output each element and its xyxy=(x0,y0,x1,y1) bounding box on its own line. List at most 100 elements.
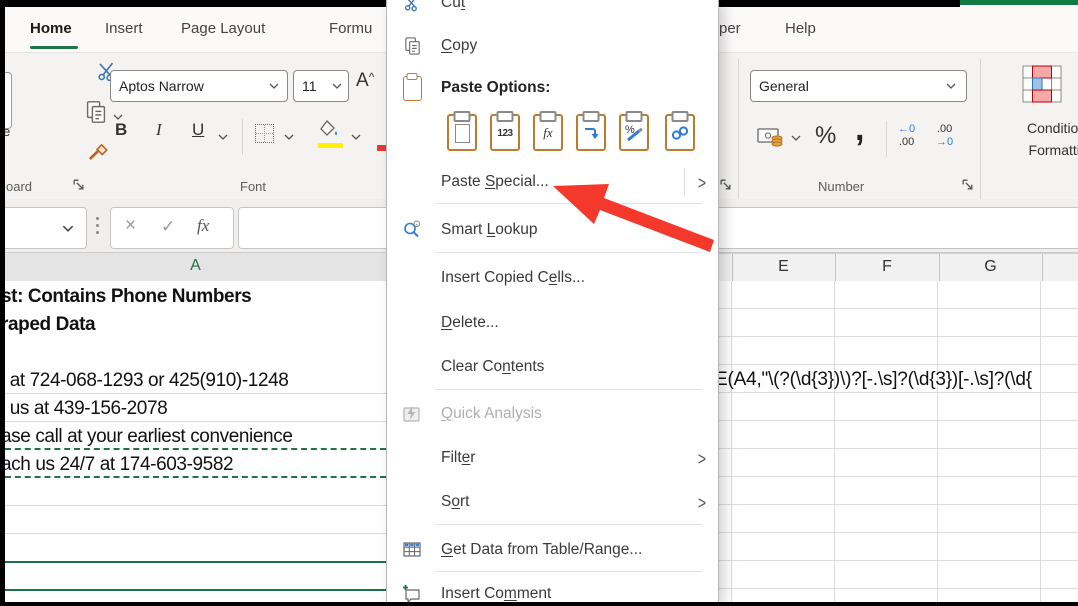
font-group-divider xyxy=(242,119,243,155)
excel-window: Home Insert Page Layout Formu per Help e… xyxy=(0,0,1078,606)
fill-color-button[interactable] xyxy=(318,119,342,146)
alignment-dialog-launcher[interactable] xyxy=(719,178,733,192)
underline-button[interactable]: U xyxy=(192,120,204,140)
increase-font-size-button[interactable]: A^ xyxy=(356,70,374,92)
percent-style-button[interactable]: % xyxy=(815,122,836,150)
column-headers-right[interactable]: E F G xyxy=(717,253,1078,283)
marching-ants-bottom xyxy=(5,476,386,478)
accounting-icon xyxy=(757,125,785,149)
menu-separator xyxy=(435,571,702,572)
paste-option-formulas[interactable]: fx xyxy=(533,114,563,151)
italic-button[interactable]: I xyxy=(156,120,162,140)
selection-border-top xyxy=(5,561,386,563)
formula-bar-grip[interactable] xyxy=(96,217,99,234)
paint-bucket-icon xyxy=(318,119,342,141)
comma-style-button[interactable]: , xyxy=(855,110,864,149)
underline-dropdown-chevron-icon[interactable] xyxy=(218,134,228,140)
tab-formulas[interactable]: Formu xyxy=(329,7,372,51)
column-e-letter: E xyxy=(732,258,835,276)
group-divider xyxy=(738,59,739,201)
menu-item-get-data[interactable]: Get Data from Table/Range... xyxy=(387,532,718,568)
name-box[interactable] xyxy=(0,207,87,249)
cell-a7[interactable]: ach us 24/7 at 174-603-9582 xyxy=(5,452,233,477)
insert-function-button[interactable]: fx xyxy=(197,216,209,236)
font-group-label: Font xyxy=(240,179,266,194)
paste-option-paste[interactable] xyxy=(447,114,477,151)
crop-edge-bottom xyxy=(0,602,1078,606)
group-divider xyxy=(980,59,981,201)
menu-item-sort[interactable]: Sort > xyxy=(387,484,718,520)
number-group-divider xyxy=(886,121,887,157)
menu-item-delete[interactable]: Delete... xyxy=(387,305,718,341)
menu-item-quick-analysis: Quick Analysis xyxy=(387,396,718,432)
font-color-swatch-fragment[interactable] xyxy=(377,145,386,151)
cell-a5[interactable]: l us at 439-156-2078 xyxy=(5,396,167,421)
conditional-formatting-button[interactable] xyxy=(1022,65,1062,108)
borders-dropdown-chevron-icon[interactable] xyxy=(284,134,294,140)
font-size-combo[interactable]: 11 xyxy=(293,70,349,102)
fill-color-chevron-icon[interactable] xyxy=(351,134,361,140)
chevron-down-icon[interactable] xyxy=(332,83,342,89)
menu-item-paste-options: Paste Options: xyxy=(387,70,718,106)
grid-right[interactable]: E(A4,"\(?(\d{3})\)?[-.\s]?(\d{3})[-.\s]?… xyxy=(717,281,1078,602)
tab-page-layout[interactable]: Page Layout xyxy=(181,7,265,51)
format-painter-button[interactable] xyxy=(86,137,112,168)
font-name-value: Aptos Narrow xyxy=(119,71,204,101)
bold-button[interactable]: B xyxy=(115,120,127,140)
font-name-combo[interactable]: Aptos Narrow xyxy=(110,70,288,102)
menu-item-filter[interactable]: Filter > xyxy=(387,440,718,476)
enter-button[interactable]: ✓ xyxy=(161,217,175,237)
crop-edge-left xyxy=(0,0,5,606)
tab-home[interactable]: Home xyxy=(30,7,72,51)
cell-a6[interactable]: ase call at your earliest convenience xyxy=(5,424,292,449)
tab-developer[interactable]: per xyxy=(719,7,741,51)
quick-analysis-icon xyxy=(400,403,424,425)
formula-buttons-group: × ✓ fx xyxy=(110,207,234,249)
increase-decimal-button[interactable]: ←0 .00 xyxy=(898,123,915,149)
paste-option-values[interactable]: 123 xyxy=(490,114,520,151)
menu-item-clear-contents[interactable]: Clear Contents xyxy=(387,349,718,385)
submenu-chevron-icon: > xyxy=(698,171,706,193)
menu-item-cut[interactable]: Cut xyxy=(387,0,718,21)
menu-item-paste-special[interactable]: Paste Special... > xyxy=(387,164,718,200)
paste-option-formatting[interactable]: % xyxy=(619,114,649,151)
submenu-chevron-icon: > xyxy=(698,447,706,469)
menu-separator xyxy=(435,203,702,204)
menu-item-insert-copied-cells[interactable]: Insert Copied Cells... xyxy=(387,260,718,296)
accounting-format-button[interactable] xyxy=(757,125,785,154)
borders-button[interactable] xyxy=(255,124,274,143)
decrease-decimal-button[interactable]: .00 →0 xyxy=(936,123,953,149)
number-format-combo[interactable]: General xyxy=(750,70,967,102)
menu-item-copy[interactable]: Copy xyxy=(387,28,718,64)
paste-option-link[interactable] xyxy=(665,114,695,151)
chevron-down-icon[interactable] xyxy=(946,83,956,89)
number-dialog-launcher[interactable] xyxy=(961,178,975,192)
cell-a1[interactable]: st: Contains Phone Numbers xyxy=(5,284,251,309)
copy-icon xyxy=(84,99,108,125)
cancel-button[interactable]: × xyxy=(125,215,136,237)
window-edge-green xyxy=(960,0,1078,5)
clipboard-group-label: oard xyxy=(6,179,32,194)
chevron-down-icon[interactable] xyxy=(269,83,279,89)
clipboard-dialog-launcher[interactable] xyxy=(72,178,86,192)
fill-color-swatch xyxy=(318,143,343,148)
paste-page-glyph xyxy=(455,124,470,143)
accounting-chevron-icon[interactable] xyxy=(791,135,801,141)
cell-a2[interactable]: raped Data xyxy=(5,312,95,337)
column-header-a[interactable]: A xyxy=(5,253,386,283)
values-123-glyph: 123 xyxy=(497,128,512,139)
copy-button[interactable] xyxy=(84,99,108,130)
cell-a4[interactable]: l at 724-068-1293 or 425(910)-1248 xyxy=(5,368,288,393)
paste-option-transpose[interactable] xyxy=(576,114,606,151)
tab-help[interactable]: Help xyxy=(785,7,816,51)
copy-icon xyxy=(400,35,424,57)
number-format-value: General xyxy=(759,71,809,101)
clipboard-icon xyxy=(400,77,424,99)
name-box-chevron-icon[interactable] xyxy=(62,225,74,232)
selection-border-bottom xyxy=(5,589,386,591)
conditional-formatting-icon xyxy=(1022,65,1062,103)
tab-insert[interactable]: Insert xyxy=(105,7,143,51)
grid-column-a[interactable]: st: Contains Phone Numbers raped Data l … xyxy=(5,281,386,602)
link-chain-icon xyxy=(670,125,690,141)
menu-item-smart-lookup[interactable]: Smart Lookup xyxy=(387,212,718,248)
